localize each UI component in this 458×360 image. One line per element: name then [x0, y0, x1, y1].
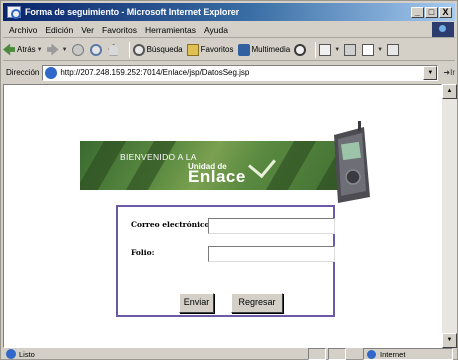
banner-stripe: [125, 141, 177, 190]
folio-field[interactable]: [208, 246, 335, 262]
page-icon: [45, 66, 58, 79]
stop-icon: [71, 43, 84, 56]
print-button[interactable]: [344, 43, 358, 56]
back-button[interactable]: Atrás ▼: [3, 43, 43, 56]
regresar-button[interactable]: Regresar: [231, 293, 283, 313]
title-bar: Forma de seguimiento - Microsoft Interne…: [3, 3, 455, 21]
scroll-down-icon[interactable]: ▼: [442, 333, 457, 348]
history-icon: [294, 43, 307, 56]
menu-archivo[interactable]: Archivo: [3, 25, 41, 35]
status-pane: [328, 348, 346, 360]
folio-label: Folio:: [131, 248, 155, 257]
back-label: Atrás: [17, 45, 36, 54]
refresh-button[interactable]: [89, 43, 104, 56]
window-controls: _ □ X: [411, 6, 452, 18]
search-icon: [132, 43, 145, 56]
address-dropdown-icon[interactable]: ▼: [423, 65, 438, 80]
mail-icon: [319, 43, 332, 56]
edit-dropdown-icon[interactable]: ▼: [377, 47, 383, 53]
address-url[interactable]: http://207.248.159.252:7014/Enlace/jsp/D…: [60, 68, 249, 77]
menu-ver[interactable]: Ver: [77, 25, 98, 35]
favorites-button[interactable]: Favoritos: [186, 43, 234, 56]
tracking-form: Correo electrónico : Folio: Enviar Regre…: [116, 205, 335, 317]
address-bar: Dirección http://207.248.159.252:7014/En…: [3, 62, 455, 83]
window-title: Forma de seguimiento - Microsoft Interne…: [25, 7, 240, 17]
multimedia-button[interactable]: Multimedia: [237, 43, 291, 56]
zone-label: Internet: [380, 349, 406, 359]
toolbar: Atrás ▼ ▼ Búsqueda Favoritos Multimedia …: [3, 39, 455, 61]
banner-stripe: [265, 141, 317, 190]
email-field[interactable]: [208, 218, 335, 234]
status-panes: [308, 348, 346, 360]
menu-ayuda[interactable]: Ayuda: [200, 25, 232, 35]
go-label: Ir: [450, 68, 455, 77]
back-arrow-icon: [3, 43, 15, 56]
browser-window: Forma de seguimiento - Microsoft Interne…: [0, 0, 458, 360]
toolbar-separator: [315, 41, 317, 58]
refresh-icon: [89, 43, 102, 56]
banner-welcome-text: BIENVENIDO A LA: [120, 152, 197, 162]
enviar-button[interactable]: Enviar: [179, 293, 214, 313]
email-label: Correo electrónico :: [131, 220, 215, 229]
cellphone-icon: [334, 121, 370, 203]
welcome-banner: BIENVENIDO A LA Unidad de Enlace: [80, 141, 365, 190]
windows-logo-icon: [432, 22, 454, 37]
menu-edicion[interactable]: Edición: [41, 25, 77, 35]
back-dropdown-icon[interactable]: ▼: [37, 47, 43, 53]
scroll-up-icon[interactable]: ▲: [442, 84, 457, 99]
menu-bar: Archivo Edición Ver Favoritos Herramient…: [3, 22, 455, 38]
discuss-button[interactable]: [387, 43, 401, 56]
search-button[interactable]: Búsqueda: [132, 43, 183, 56]
banner-enlace-text: Enlace: [188, 167, 246, 186]
address-label: Dirección: [6, 68, 40, 77]
edit-button[interactable]: ▼: [362, 43, 383, 56]
status-bar: Listo Internet: [3, 348, 455, 360]
menu-herramientas[interactable]: Herramientas: [141, 25, 200, 35]
mail-dropdown-icon[interactable]: ▼: [334, 47, 340, 53]
multimedia-icon: [237, 43, 250, 56]
forward-button[interactable]: ▼: [46, 43, 68, 56]
forward-dropdown-icon[interactable]: ▼: [62, 47, 68, 53]
close-button[interactable]: X: [439, 6, 452, 18]
print-icon: [344, 43, 357, 56]
history-button[interactable]: [294, 43, 308, 56]
forward-arrow-icon: [46, 43, 59, 56]
internet-zone-icon: [367, 349, 376, 359]
menu-favoritos[interactable]: Favoritos: [98, 25, 141, 35]
checkmark-icon: [248, 149, 276, 179]
done-page-icon: [6, 349, 16, 359]
status-text: Listo: [19, 349, 35, 359]
maximize-button[interactable]: □: [425, 6, 438, 18]
edit-icon: [362, 43, 375, 56]
favorites-icon: [186, 43, 199, 56]
page-content: BIENVENIDO A LA Unidad de Enlace Correo …: [3, 84, 442, 348]
vertical-scrollbar[interactable]: ▲ ▼: [442, 84, 457, 348]
home-button[interactable]: [107, 43, 122, 56]
discuss-icon: [387, 43, 400, 56]
ie-page-icon: [7, 6, 21, 19]
address-input[interactable]: http://207.248.159.252:7014/Enlace/jsp/D…: [42, 64, 439, 81]
minimize-button[interactable]: _: [411, 6, 424, 18]
status-pane: [308, 348, 326, 360]
go-button[interactable]: ➜Ir: [443, 68, 455, 77]
home-icon: [107, 43, 120, 56]
security-zone: Internet: [363, 348, 453, 360]
search-label: Búsqueda: [146, 45, 183, 54]
toolbar-separator: [128, 41, 130, 58]
favorites-label: Favoritos: [200, 45, 234, 54]
banner-stripe: [80, 141, 127, 190]
stop-button[interactable]: [71, 43, 86, 56]
mail-button[interactable]: ▼: [319, 43, 340, 56]
multimedia-label: Multimedia: [251, 45, 291, 54]
